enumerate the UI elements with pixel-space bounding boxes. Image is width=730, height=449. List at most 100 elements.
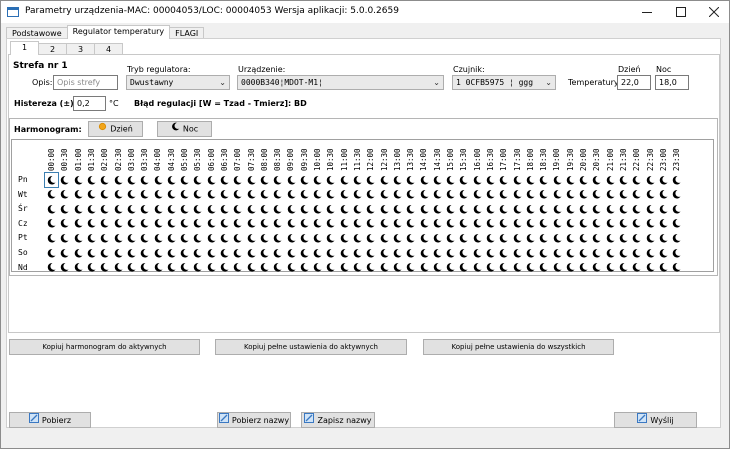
schedule-cell[interactable] [205,188,218,202]
schedule-cell[interactable] [364,231,377,245]
schedule-cell[interactable] [524,217,537,231]
schedule-cell[interactable] [191,246,204,260]
schedule-cell[interactable] [351,217,364,231]
schedule-cell[interactable] [537,173,550,187]
schedule-cell[interactable] [298,231,311,245]
schedule-cell[interactable] [391,261,404,275]
schedule-cell[interactable] [245,188,258,202]
time-header[interactable]: 17:00 [497,142,510,172]
schedule-cell[interactable] [471,231,484,245]
schedule-cell[interactable] [165,202,178,216]
schedule-cell[interactable] [85,173,98,187]
schedule-cell[interactable] [457,188,470,202]
schedule-cell[interactable] [284,173,297,187]
zapisz-nazwy-button[interactable]: Zapisz nazwy [301,412,375,428]
minimize-button[interactable] [630,1,663,23]
schedule-cell[interactable] [165,173,178,187]
schedule-cell[interactable] [271,188,284,202]
schedule-cell[interactable] [617,261,630,275]
schedule-cell[interactable] [112,261,125,275]
schedule-cell[interactable] [537,202,550,216]
time-header[interactable]: 17:30 [511,142,524,172]
schedule-cell[interactable] [670,231,683,245]
pobierz-button[interactable]: Pobierz [9,412,91,428]
schedule-cell[interactable] [298,202,311,216]
day-label[interactable]: Pt [18,233,28,242]
schedule-cell[interactable] [617,246,630,260]
schedule-cell[interactable] [444,231,457,245]
schedule-cell[interactable] [404,231,417,245]
schedule-cell[interactable] [550,217,563,231]
schedule-cell[interactable] [231,231,244,245]
time-header[interactable]: 19:00 [550,142,563,172]
schedule-cell[interactable] [271,217,284,231]
close-button[interactable] [697,1,730,23]
time-header[interactable]: 11:00 [338,142,351,172]
schedule-cell[interactable] [98,261,111,275]
schedule-cell[interactable] [657,217,670,231]
schedule-cell[interactable] [364,217,377,231]
schedule-cell[interactable] [670,261,683,275]
time-header[interactable]: 12:00 [364,142,377,172]
schedule-cell[interactable] [284,246,297,260]
schedule-cell[interactable] [457,231,470,245]
schedule-cell[interactable] [258,246,271,260]
schedule-cell[interactable] [271,231,284,245]
tab-zone-1[interactable]: 1 [10,41,39,55]
schedule-cell[interactable] [484,217,497,231]
time-header[interactable]: 00:30 [58,142,71,172]
noc-temp-input[interactable]: 18,0 [655,75,689,90]
schedule-cell[interactable] [630,173,643,187]
schedule-cell[interactable] [165,188,178,202]
schedule-cell[interactable] [577,246,590,260]
schedule-cell[interactable] [125,188,138,202]
schedule-cell[interactable] [444,246,457,260]
schedule-cell[interactable] [98,231,111,245]
schedule-cell[interactable] [524,173,537,187]
schedule-cell[interactable] [338,202,351,216]
schedule-cell[interactable] [484,231,497,245]
schedule-cell[interactable] [550,188,563,202]
schedule-cell[interactable] [511,261,524,275]
schedule-cell[interactable] [165,231,178,245]
schedule-cell[interactable] [165,217,178,231]
schedule-cell[interactable] [444,261,457,275]
schedule-cell[interactable] [577,202,590,216]
maximize-button[interactable] [664,1,697,23]
schedule-cell[interactable] [324,261,337,275]
time-header[interactable]: 22:30 [644,142,657,172]
schedule-cell[interactable] [511,188,524,202]
schedule-cell[interactable] [378,231,391,245]
schedule-cell[interactable] [670,202,683,216]
schedule-cell[interactable] [364,202,377,216]
schedule-cell[interactable] [85,188,98,202]
dzien-temp-input[interactable]: 22,0 [617,75,651,90]
day-label[interactable]: So [18,248,28,257]
time-header[interactable]: 08:30 [271,142,284,172]
day-label[interactable]: Wt [18,190,28,199]
schedule-cell[interactable] [471,261,484,275]
schedule-cell[interactable] [550,173,563,187]
schedule-cell[interactable] [604,188,617,202]
time-header[interactable]: 05:30 [191,142,204,172]
schedule-cell[interactable] [378,202,391,216]
schedule-cell[interactable] [231,217,244,231]
schedule-cell[interactable] [537,188,550,202]
schedule-cell[interactable] [431,246,444,260]
schedule-cell[interactable] [311,261,324,275]
schedule-cell[interactable] [351,173,364,187]
schedule-cell[interactable] [112,173,125,187]
schedule-cell[interactable] [191,173,204,187]
schedule-cell[interactable] [471,202,484,216]
time-header[interactable]: 07:00 [231,142,244,172]
schedule-cell[interactable] [511,202,524,216]
schedule-cell[interactable] [311,246,324,260]
schedule-cell[interactable] [85,261,98,275]
schedule-cell[interactable] [258,261,271,275]
schedule-cell[interactable] [138,217,151,231]
schedule-cell[interactable] [231,188,244,202]
schedule-cell[interactable] [58,188,71,202]
schedule-cell[interactable] [311,217,324,231]
schedule-cell[interactable] [564,261,577,275]
schedule-cell[interactable] [125,231,138,245]
